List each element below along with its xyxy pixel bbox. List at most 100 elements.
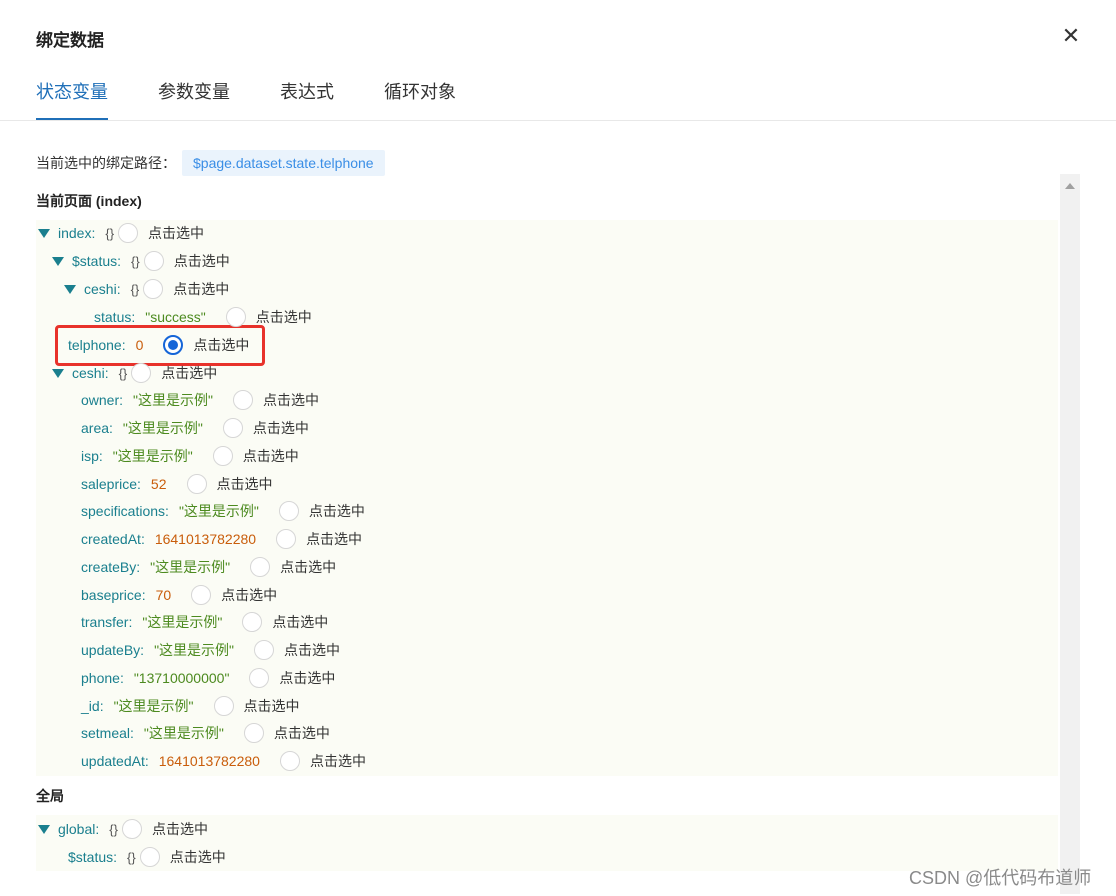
tree-value: 1641013782280 xyxy=(158,753,260,769)
select-label[interactable]: 点击选中 xyxy=(244,696,300,716)
tree-value: "这里是示例" xyxy=(143,725,224,741)
expand-caret-icon[interactable] xyxy=(52,256,64,266)
tree-key-colon: : xyxy=(98,448,103,464)
select-label[interactable]: 点击选中 xyxy=(152,819,208,839)
tree-key: updatedAt xyxy=(81,753,145,769)
select-radio[interactable] xyxy=(250,557,271,577)
tree-value: 52 xyxy=(150,476,167,492)
tree-key-colon: : xyxy=(95,821,100,837)
expand-caret-icon[interactable] xyxy=(38,824,50,834)
watermark: CSDN @低代码布道师 xyxy=(909,868,1092,888)
select-label[interactable]: 点击选中 xyxy=(284,640,340,660)
select-radio[interactable] xyxy=(243,723,264,743)
select-radio[interactable] xyxy=(139,847,160,867)
select-radio[interactable] xyxy=(121,819,142,839)
select-label[interactable]: 点击选中 xyxy=(193,335,249,355)
current-page-tree xyxy=(36,220,1058,776)
tree-value: "这里是示例" xyxy=(142,614,223,630)
select-radio[interactable] xyxy=(212,446,233,466)
close-icon[interactable]: ✕ xyxy=(1060,25,1082,47)
scrollbar[interactable] xyxy=(1060,174,1080,894)
select-radio[interactable] xyxy=(249,668,270,688)
tree-key-colon: : xyxy=(131,309,136,325)
tree-key: area xyxy=(81,420,110,436)
expand-caret-icon[interactable] xyxy=(64,284,76,294)
tree-row: saleprice:52 点击选中 xyxy=(81,473,273,495)
tree-value: "这里是示例" xyxy=(178,503,259,519)
select-label[interactable]: 点击选中 xyxy=(253,418,309,438)
tree-row: $status: {} 点击选中 xyxy=(52,250,230,272)
tree-row: area: "这里是示例" 点击选中 xyxy=(81,417,309,439)
tree-key-colon: : xyxy=(121,337,126,353)
select-label[interactable]: 点击选中 xyxy=(310,751,366,771)
select-label[interactable]: 点击选中 xyxy=(272,612,328,632)
select-radio[interactable] xyxy=(242,612,263,632)
tree-key: specifications xyxy=(81,503,166,519)
select-radio[interactable] xyxy=(254,640,275,660)
select-label[interactable]: 点击选中 xyxy=(274,723,330,743)
expand-caret-icon[interactable] xyxy=(38,228,50,238)
tree-key: saleprice xyxy=(81,476,138,492)
tree-row: createBy: "这里是示例" 点击选中 xyxy=(81,556,336,578)
select-label[interactable]: 点击选中 xyxy=(306,529,362,549)
tree-value: "success" xyxy=(145,309,206,325)
select-label[interactable]: 点击选中 xyxy=(173,279,229,299)
tree-key-colon: : xyxy=(144,753,149,769)
select-radio[interactable] xyxy=(143,279,164,299)
select-radio[interactable] xyxy=(213,696,234,716)
select-label[interactable]: 点击选中 xyxy=(309,501,365,521)
tree-key-colon: : xyxy=(104,365,109,381)
tab-state-variables[interactable]: 状态变量 xyxy=(36,76,108,120)
tree-key: createBy xyxy=(81,559,137,575)
select-label[interactable]: 点击选中 xyxy=(279,668,335,688)
select-radio[interactable] xyxy=(191,585,212,605)
select-label[interactable]: 点击选中 xyxy=(256,307,312,327)
tree-key: $status xyxy=(72,253,118,269)
tree-key: transfer xyxy=(81,614,129,630)
select-label[interactable]: 点击选中 xyxy=(243,446,299,466)
select-label[interactable]: 点击选中 xyxy=(148,223,204,243)
tree-key-colon: : xyxy=(128,614,133,630)
select-label[interactable]: 点击选中 xyxy=(217,474,273,494)
scroll-up-arrow-icon[interactable] xyxy=(1065,183,1075,189)
dialog-title: 绑定数据 xyxy=(36,31,104,50)
tab-loop-object[interactable]: 循环对象 xyxy=(384,76,456,120)
select-label[interactable]: 点击选中 xyxy=(280,557,336,577)
tree-key: setmeal xyxy=(81,725,131,741)
select-radio[interactable] xyxy=(222,418,243,438)
select-radio[interactable] xyxy=(278,501,299,521)
select-radio[interactable] xyxy=(186,474,207,494)
select-label[interactable]: 点击选中 xyxy=(170,847,226,867)
tree-key-colon: : xyxy=(109,420,113,436)
select-label[interactable]: 点击选中 xyxy=(263,390,319,410)
tree-row: updateBy: "这里是示例" 点击选中 xyxy=(81,639,340,661)
tree-key: index xyxy=(58,225,92,241)
object-marker: {} xyxy=(131,253,140,269)
select-label[interactable]: 点击选中 xyxy=(221,585,277,605)
tree-key: status xyxy=(94,309,132,325)
object-marker: {} xyxy=(130,281,140,297)
tree-key-colon: : xyxy=(119,670,124,686)
tab-expression[interactable]: 表达式 xyxy=(280,76,334,120)
select-radio[interactable] xyxy=(163,335,184,355)
select-radio[interactable] xyxy=(279,751,300,771)
global-title: 全局 xyxy=(36,788,64,804)
select-label[interactable]: 点击选中 xyxy=(161,363,217,383)
select-label[interactable]: 点击选中 xyxy=(174,251,230,271)
tree-key: owner xyxy=(81,392,120,408)
select-radio[interactable] xyxy=(232,390,253,410)
tab-param-variables[interactable]: 参数变量 xyxy=(158,76,230,120)
select-radio[interactable] xyxy=(131,363,152,383)
tree-key-colon: : xyxy=(113,849,118,865)
expand-caret-icon[interactable] xyxy=(52,368,64,378)
select-radio[interactable] xyxy=(276,529,297,549)
tree-key-colon: : xyxy=(140,642,145,658)
tree-row: telphone:0 点击选中 xyxy=(68,334,249,356)
tree-key: createdAt xyxy=(81,531,141,547)
select-radio[interactable] xyxy=(118,223,139,243)
select-radio[interactable] xyxy=(225,307,246,327)
object-marker: {} xyxy=(105,225,115,241)
tree-key: ceshi xyxy=(72,365,105,381)
select-radio[interactable] xyxy=(143,251,164,271)
tree-key-colon: : xyxy=(99,698,104,714)
